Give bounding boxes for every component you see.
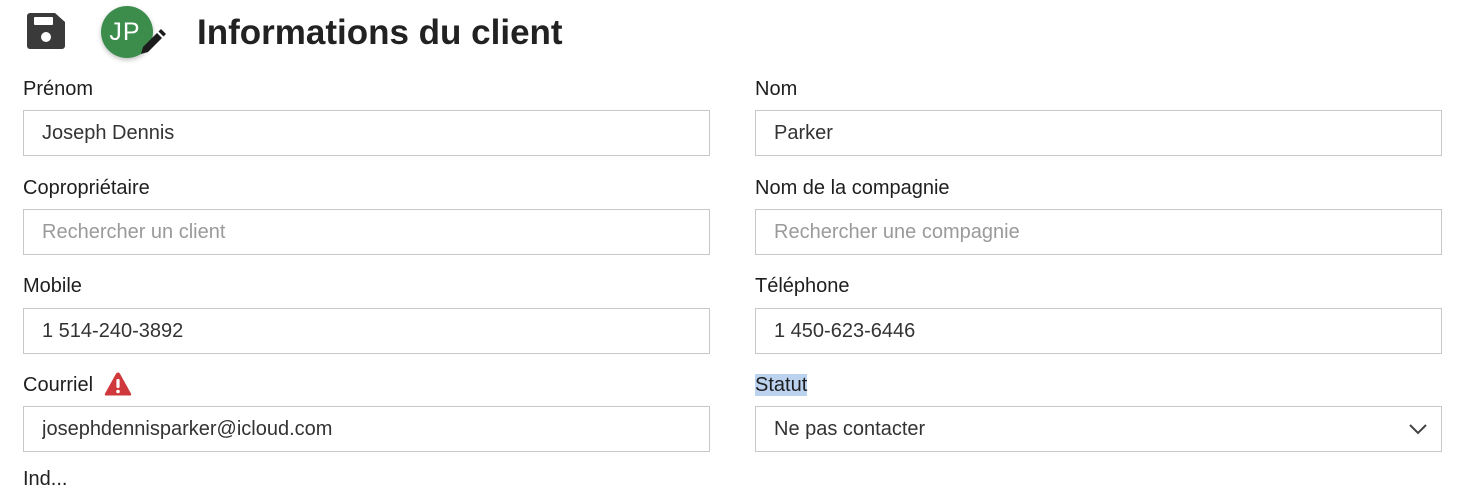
first-name-label: Prénom (23, 78, 94, 100)
pencil-icon[interactable] (137, 26, 169, 58)
first-name-field[interactable] (23, 110, 710, 156)
status-select[interactable]: Ne pas contacter (755, 406, 1442, 452)
email-label: Courriel (23, 374, 94, 396)
company-search-input[interactable] (755, 209, 1442, 255)
company-label: Nom de la compagnie (755, 177, 950, 199)
phone-field[interactable] (755, 308, 1442, 354)
last-name-field[interactable] (755, 110, 1442, 156)
page-title: Informations du client (197, 13, 563, 52)
mobile-label: Mobile (23, 275, 82, 297)
warning-icon (104, 372, 132, 396)
next-field-label: Ind... (23, 468, 68, 490)
status-label-text: Statut (755, 374, 808, 396)
status-selected-value: Ne pas contacter (774, 418, 926, 440)
email-field[interactable] (23, 406, 710, 452)
phone-label: Téléphone (755, 275, 850, 297)
last-name-label: Nom (755, 78, 798, 100)
status-label: Statut (755, 372, 808, 398)
coowner-search-input[interactable] (23, 209, 710, 255)
coowner-label: Copropriétaire (23, 177, 150, 199)
mobile-field[interactable] (23, 308, 710, 354)
save-icon[interactable] (27, 13, 65, 49)
chevron-down-icon (1409, 424, 1427, 435)
